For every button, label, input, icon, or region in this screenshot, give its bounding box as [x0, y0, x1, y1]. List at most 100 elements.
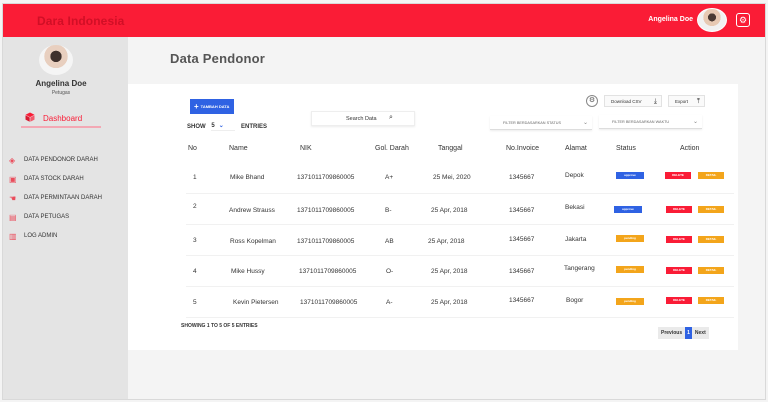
sidebar-item-log-admin[interactable]: ▥ LOG ADMIN [9, 231, 125, 250]
column-header-tanggal: Tanggal [438, 145, 463, 152]
cell-name: Mike Bhand [230, 174, 265, 181]
sidebar-user-name: Angelina Doe [35, 79, 87, 88]
next-page-button[interactable]: Next [692, 327, 709, 339]
cell-gol-darah: A- [386, 299, 393, 306]
filter-status-select[interactable]: FILTER BERDASARKAN STATUS ⌄ [490, 116, 592, 130]
column-header-no-invoice: No.Invoice [506, 145, 540, 152]
cell-nik: 1371011709860005 [299, 268, 357, 275]
sidebar-item-data-pendonor[interactable]: ◈ DATA PENDONOR DARAH [9, 155, 125, 174]
delete-button[interactable]: DELETE [665, 172, 691, 179]
detail-button[interactable]: DETAIL [698, 206, 724, 213]
topbar-user-name[interactable]: Angelina Doe [648, 16, 693, 23]
showing-entries-info: SHOWING 1 TO 5 OF 5 ENTRIES [181, 323, 258, 329]
detail-button[interactable]: DETAIL [698, 236, 724, 243]
upload-icon: ⤒ [696, 98, 700, 105]
column-header-no: No [188, 145, 197, 152]
hand-icon: ☚ [9, 194, 17, 203]
status-badge: approve [614, 206, 642, 213]
cell-alamat: Tangerang [564, 265, 595, 272]
sidebar-item-label: DATA PERMINTAAN DARAH [24, 195, 103, 201]
filter-status-label: FILTER BERDASARKAN STATUS [503, 121, 562, 125]
cell-alamat: Depok [565, 172, 584, 179]
export-label: Export [675, 99, 689, 104]
column-header-name: Name [229, 145, 248, 152]
pagination: Previous 1 Next [658, 327, 709, 339]
show-entries-control: SHOW 5 ⌄ ENTRIES [187, 123, 267, 132]
show-label: SHOW [187, 124, 206, 130]
cell-name: Mike Hussy [231, 268, 265, 275]
sidebar-item-label: DATA PENDONOR DARAH [24, 157, 98, 163]
filter-waktu-label: FILTER BERDASARKAN WAKTU [612, 120, 670, 124]
sidebar-item-data-petugas[interactable]: ▤ DATA PETUGAS [9, 212, 125, 231]
cell-gol-darah: A+ [385, 174, 394, 181]
cell-gol-darah: B- [385, 207, 392, 214]
sidebar-item-label: Dashboard [43, 114, 83, 123]
cell-alamat: Bekasi [565, 204, 585, 211]
cell-name: Kevin Pietersen [233, 299, 279, 306]
cell-no: 3 [193, 237, 197, 244]
cell-nik: 1371011709860005 [300, 299, 358, 306]
cell-nik: 1371011709860005 [297, 174, 355, 181]
sidebar-item-data-permintaan[interactable]: ☚ DATA PERMINTAAN DARAH [9, 193, 125, 212]
cell-no: 4 [193, 268, 197, 275]
cell-tanggal: 25 Apr, 2018 [431, 207, 468, 214]
delete-button[interactable]: DELETE [666, 267, 692, 274]
entries-select[interactable]: 5 ⌄ [211, 122, 236, 131]
filter-waktu-select[interactable]: FILTER BERDASARKAN WAKTU ⌄ [599, 115, 702, 129]
detail-button[interactable]: DETAIL [698, 172, 724, 179]
status-badge: pending [616, 298, 644, 305]
plus-icon: + [194, 102, 199, 112]
delete-button[interactable]: DELETE [666, 206, 692, 213]
cell-gol-darah: AB [385, 238, 394, 245]
entries-select-value: 5 [211, 123, 215, 129]
entries-label: ENTRIES [241, 124, 268, 130]
sidebar-item-dashboard[interactable]: Dashboard [21, 112, 101, 128]
add-data-label: TAMBAH DATA [200, 104, 230, 109]
settings-gear-icon[interactable]: ⚙ [736, 13, 750, 27]
document-icon: ▥ [9, 232, 17, 241]
column-header-action: Action [680, 145, 700, 152]
sidebar: Angelina Doe Petugas Dashboard ◈ DATA PE… [3, 37, 128, 399]
table-row: 5 Kevin Pietersen 1371011709860005 A- 25… [186, 288, 734, 318]
sidebar-item-label: LOG ADMIN [24, 233, 58, 239]
brand-logo[interactable]: Dara Indonesia [37, 14, 124, 28]
export-button[interactable]: Export ⤒ [668, 95, 705, 107]
cell-alamat: Jakarta [565, 236, 587, 243]
cell-tanggal: 25 Mei, 2020 [433, 174, 471, 181]
truck-icon: ▣ [9, 175, 17, 184]
sidebar-item-data-stock[interactable]: ▣ DATA STOCK DARAH [9, 174, 125, 193]
cell-name: Ross Kopelman [230, 238, 276, 245]
download-csv-label: Download CSV [611, 99, 642, 104]
download-csv-button[interactable]: Download CSV ⤓ [604, 95, 662, 107]
detail-button[interactable]: DETAIL [698, 267, 724, 274]
table-row: 3 Ross Kopelman 1371011709860005 AB 25 A… [186, 226, 734, 256]
cell-no: 5 [193, 299, 197, 306]
sidebar-item-label: DATA STOCK DARAH [24, 176, 84, 182]
topbar-avatar[interactable] [697, 8, 727, 32]
cell-invoice: 1345667 [509, 297, 535, 304]
chevron-down-icon: ⌄ [582, 120, 588, 126]
cell-alamat: Bogor [566, 297, 584, 304]
page-1-button[interactable]: 1 [685, 327, 692, 339]
cell-tanggal: 25 Apr, 2018 [431, 268, 468, 275]
search-placeholder: Search Data [346, 116, 377, 122]
delete-button[interactable]: DELETE [666, 236, 692, 243]
column-header-status: Status [616, 145, 636, 152]
delete-button[interactable]: DELETE [666, 297, 692, 304]
table-row: 1 Mike Bhand 1371011709860005 A+ 25 Mei,… [186, 164, 734, 194]
cell-no: 2 [193, 203, 197, 210]
detail-button[interactable]: DETAIL [698, 297, 724, 304]
cell-name: Andrew Strauss [229, 207, 275, 214]
table-settings-gear-icon[interactable]: ⚙ [586, 95, 598, 107]
cell-nik: 1371011709860005 [297, 207, 355, 214]
cell-invoice: 1345667 [509, 268, 535, 275]
search-input[interactable]: Search Data ⌕ [311, 111, 415, 126]
cell-invoice: 1345667 [509, 174, 535, 181]
table-row: 2 Andrew Strauss 1371011709860005 B- 25 … [186, 195, 734, 225]
page-title: Data Pendonor [170, 51, 266, 66]
add-data-button[interactable]: + TAMBAH DATA [190, 99, 234, 114]
box-icon [25, 112, 35, 122]
download-icon: ⤓ [653, 98, 657, 105]
previous-page-button[interactable]: Previous [658, 327, 685, 339]
cell-invoice: 1345667 [509, 236, 535, 243]
